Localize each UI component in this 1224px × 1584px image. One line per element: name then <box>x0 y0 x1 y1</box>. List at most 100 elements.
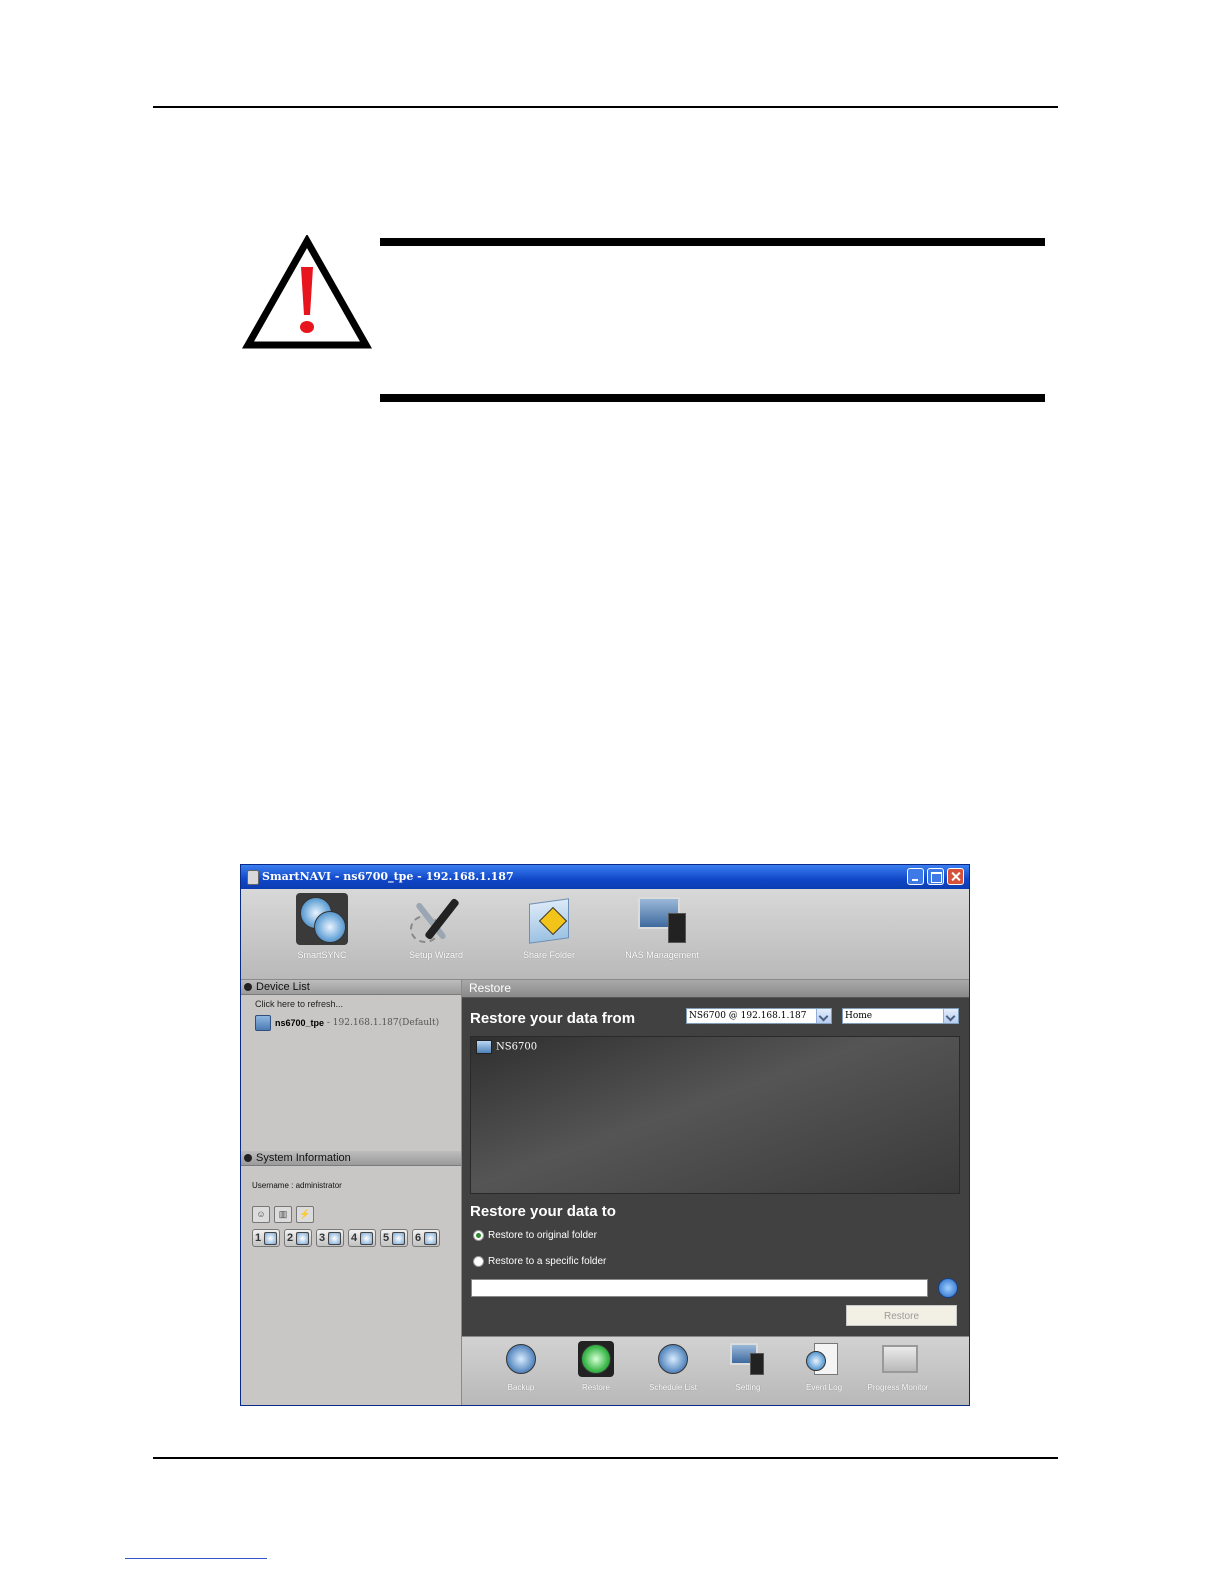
device-address: - 192.168.1.187(Default) <box>324 1018 440 1028</box>
folder-path-input[interactable] <box>471 1279 928 1297</box>
restore-header: Restore <box>462 980 969 998</box>
chevron-down-icon[interactable] <box>943 1009 958 1023</box>
warning-rule-bottom <box>380 394 1045 402</box>
radio-original-folder[interactable]: Restore to original folder <box>473 1230 597 1241</box>
restore-from-title: Restore your data from <box>470 1010 636 1027</box>
event-log-tool[interactable]: Event Log <box>788 1341 860 1394</box>
radio-specific-folder[interactable]: Restore to a specific folder <box>473 1256 606 1267</box>
nas-device-icon <box>476 1040 492 1054</box>
close-button[interactable] <box>947 868 964 885</box>
share-folder-tool[interactable]: Share Folder <box>494 893 604 960</box>
disk-button[interactable]: 5 <box>380 1229 408 1247</box>
sync-disk-icon <box>296 893 348 945</box>
nas-management-tool[interactable]: NAS Management <box>607 893 717 960</box>
wizard-tools-icon <box>410 893 462 945</box>
restore-header-title: Restore <box>469 981 512 995</box>
tree-item[interactable]: NS6700 <box>476 1040 537 1054</box>
disk-number: 1 <box>255 1232 262 1244</box>
share-folder-icon <box>523 893 575 945</box>
chevron-down-icon[interactable] <box>816 1009 831 1023</box>
disk-number: 2 <box>287 1232 294 1244</box>
restore-icon <box>578 1341 614 1377</box>
tool-label: NAS Management <box>625 950 699 960</box>
header-rule <box>153 106 1058 108</box>
hard-disk-icon <box>264 1232 277 1245</box>
window-title: SmartNAVI - ns6700_tpe - 192.168.1.187 <box>262 870 514 883</box>
tool-label: Share Folder <box>522 950 576 960</box>
restore-tool[interactable]: Restore <box>560 1341 632 1394</box>
setup-wizard-tool[interactable]: Setup Wizard <box>381 893 491 960</box>
collapse-icon <box>244 1154 252 1162</box>
progress-monitor-tool[interactable]: Progress Monitor <box>862 1341 934 1394</box>
share-select-value: Home <box>845 1011 873 1021</box>
browse-folder-icon[interactable] <box>938 1278 958 1298</box>
maximize-button[interactable] <box>927 868 944 885</box>
collapse-icon <box>244 983 252 991</box>
event-log-icon <box>806 1341 842 1377</box>
device-item[interactable]: ns6700_tpe - 192.168.1.187(Default) <box>255 1015 439 1033</box>
disk-number: 4 <box>351 1232 358 1244</box>
tool-label: Schedule List <box>648 1383 698 1392</box>
footer-rule <box>153 1457 1058 1459</box>
footer-link-underline <box>125 1558 267 1559</box>
tool-label: Event Log <box>805 1383 843 1392</box>
schedule-list-tool[interactable]: Schedule List <box>637 1341 709 1394</box>
system-info-title: System Information <box>256 1152 351 1164</box>
warning-rule-top <box>380 238 1045 246</box>
tree-item-label: NS6700 <box>496 1041 538 1053</box>
refresh-link[interactable]: Click here to refresh... <box>255 999 343 1009</box>
title-bar[interactable]: SmartNAVI - ns6700_tpe - 192.168.1.187 <box>241 865 969 889</box>
minimize-button[interactable] <box>907 868 924 885</box>
smartnavi-window: SmartNAVI - ns6700_tpe - 192.168.1.187 S… <box>240 864 970 1406</box>
schedule-clock-icon <box>655 1341 691 1377</box>
radio-button[interactable] <box>473 1230 484 1241</box>
hard-disk-icon <box>296 1232 309 1245</box>
warning-icon <box>242 235 372 349</box>
disk-button[interactable]: 3 <box>316 1229 344 1247</box>
left-pane: Device List Click here to refresh... ns6… <box>241 980 462 1405</box>
users-icon[interactable]: ☺ <box>252 1206 270 1223</box>
app-icon <box>247 870 259 885</box>
device-list-header[interactable]: Device List <box>241 980 461 995</box>
tool-label: SmartSYNC <box>297 950 347 960</box>
disk-button[interactable]: 1 <box>252 1229 280 1247</box>
radio-label: Restore to original folder <box>488 1230 597 1242</box>
power-icon[interactable]: ⚡ <box>296 1206 314 1223</box>
volume-icon[interactable]: ▥ <box>274 1206 292 1223</box>
backup-tool[interactable]: Backup <box>485 1341 557 1394</box>
disk-status-row: 1 2 3 4 5 6 <box>252 1229 444 1252</box>
system-icons: ☺ ▥ ⚡ <box>252 1204 318 1223</box>
hard-disk-icon <box>360 1232 373 1245</box>
device-select[interactable]: NS6700 @ 192.168.1.187 <box>686 1008 832 1024</box>
smartsync-tool[interactable]: SmartSYNC <box>267 893 377 960</box>
system-info-header[interactable]: System Information <box>241 1151 461 1166</box>
tool-label: Restore <box>581 1383 610 1392</box>
disk-button[interactable]: 4 <box>348 1229 376 1247</box>
device-list-title: Device List <box>256 981 310 993</box>
username-label: Username : administrator <box>252 1181 342 1190</box>
disk-number: 5 <box>383 1232 390 1244</box>
tool-label: Setup Wizard <box>408 950 464 960</box>
source-tree[interactable]: NS6700 <box>470 1036 960 1194</box>
share-select[interactable]: Home <box>842 1008 959 1024</box>
hard-disk-icon <box>392 1232 405 1245</box>
disk-button[interactable]: 2 <box>284 1229 312 1247</box>
tool-label: Backup <box>507 1383 535 1392</box>
progress-monitor-icon <box>880 1341 918 1377</box>
tool-label: Setting <box>735 1383 761 1392</box>
hard-disk-icon <box>328 1232 341 1245</box>
backup-icon <box>503 1341 539 1377</box>
nas-device-icon <box>255 1015 271 1031</box>
setting-tool[interactable]: Setting <box>712 1341 784 1394</box>
radio-button[interactable] <box>473 1256 484 1267</box>
setting-icon <box>730 1341 766 1377</box>
hard-disk-icon <box>424 1232 437 1245</box>
restore-to-title: Restore your data to <box>470 1203 616 1220</box>
disk-number: 6 <box>415 1232 422 1244</box>
disk-button[interactable]: 6 <box>412 1229 440 1247</box>
nas-monitor-icon <box>636 893 688 945</box>
tool-label: Progress Monitor <box>867 1383 929 1392</box>
function-toolbar: Backup Restore Schedule List Setting Eve… <box>462 1336 969 1405</box>
restore-button[interactable]: Restore <box>846 1305 957 1326</box>
main-toolbar: SmartSYNC Setup Wizard Share Folder NAS … <box>241 889 969 980</box>
